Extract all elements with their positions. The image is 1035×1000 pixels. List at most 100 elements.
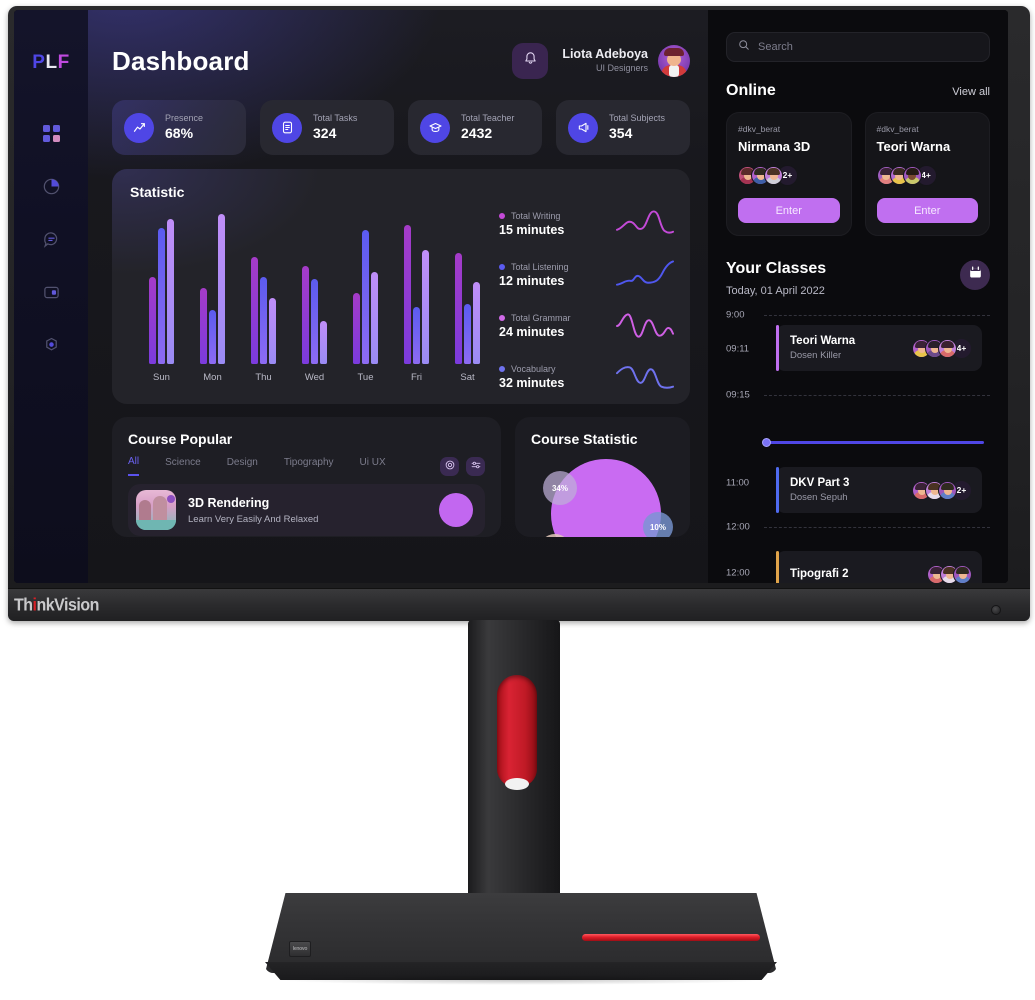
course-filter-button[interactable] (466, 456, 485, 476)
logo-part-1: P (32, 52, 46, 73)
enter-button[interactable]: Enter (738, 198, 840, 223)
stat-text: Presence 68% (165, 112, 203, 142)
tab-design[interactable]: Design (227, 457, 258, 475)
stat-card-presence[interactable]: Presence 68% (112, 100, 246, 155)
power-led[interactable] (991, 605, 1001, 615)
course-item-subtitle: Learn Very Easily And Relaxed (188, 513, 319, 525)
bar-mon-1 (209, 310, 216, 364)
legend-row: Vocabulary (499, 364, 564, 374)
slider-knob[interactable] (762, 438, 771, 447)
bar-wed-0 (302, 266, 309, 364)
online-cards: #dkv_berat Nirmana 3D 2+ Enter #dkv_bera… (726, 112, 990, 236)
notification-button[interactable] (512, 43, 549, 79)
classes-title-block: Your Classes Today, 01 April 2022 (726, 260, 826, 297)
avatar (764, 165, 783, 185)
timeline-divider (764, 315, 990, 316)
stat-card-total-teacher[interactable]: Total Teacher 2432 (408, 100, 542, 155)
bar-tue-1 (362, 230, 369, 364)
legend-value: 12 minutes (499, 274, 565, 288)
stat-card-total-subjects[interactable]: Total Subjects 354 (556, 100, 690, 155)
sparkline-listening (616, 260, 674, 286)
online-card-name: Nirmana 3D (738, 139, 811, 154)
legend-text: Total Writing 15 minutes (499, 211, 564, 237)
statistic-legend: Total Writing 15 minutes Total Listening (499, 200, 674, 400)
sidebar-item-messages[interactable] (38, 226, 64, 252)
legend-dot (499, 366, 505, 372)
legend-row: Total Grammar (499, 313, 571, 323)
calendar-button[interactable] (960, 260, 990, 290)
tab-ui-ux[interactable]: Ui UX (360, 457, 386, 475)
thinkvision-logo: ThinkVision (14, 595, 99, 615)
megaphone-icon (568, 112, 598, 143)
bar-group (404, 225, 429, 364)
sidebar-item-analytics[interactable] (38, 173, 64, 199)
stat-card-total-tasks[interactable]: Total Tasks 324 (260, 100, 394, 155)
avatar[interactable] (658, 45, 690, 77)
online-header: Online View all (726, 82, 990, 100)
course-item-action-circle[interactable] (439, 493, 473, 527)
legend-item-grammar: Total Grammar 24 minutes (499, 306, 674, 346)
online-card-avatars: 4+ (876, 164, 979, 186)
sidebar-item-dashboard[interactable] (38, 120, 64, 146)
logo-accent: i (32, 595, 37, 615)
online-card-avatars: 2+ (738, 164, 840, 186)
event-subtitle: Dosen Sepuh (790, 492, 848, 503)
main-header: Dashboard Liota Adeboya UI Designers (112, 32, 690, 90)
stat-text: Total Teacher 2432 (461, 112, 514, 142)
sidebar-item-cards[interactable] (38, 279, 64, 305)
bubble-chart: 34% 10% 12% (539, 459, 673, 537)
search-bar[interactable] (726, 32, 990, 62)
stat-text: Total Tasks 324 (313, 112, 357, 142)
class-event-tipografi-2[interactable]: Tipografi 2 (776, 551, 982, 583)
tab-all[interactable]: All (128, 456, 140, 476)
online-card-teori[interactable]: #dkv_berat Teori Warna 4+ Enter (864, 112, 990, 236)
header-actions: Liota Adeboya UI Designers (512, 43, 690, 79)
online-card-nirmana[interactable]: #dkv_berat Nirmana 3D 2+ Enter (726, 112, 852, 236)
legend-dot (499, 213, 505, 219)
gear-icon (445, 457, 455, 475)
bar-xlabel: Tue (357, 372, 374, 383)
bar-mon-0 (200, 288, 207, 364)
bottom-section: Course Popular All Science Design Tipogr… (112, 417, 690, 537)
search-icon (738, 38, 750, 56)
course-item-text: 3D Rendering Learn Very Easily And Relax… (188, 496, 318, 525)
tab-tipography[interactable]: Tipography (284, 457, 334, 475)
bar-fri-2 (422, 250, 429, 364)
event-accent-bar (776, 325, 779, 371)
bubble-34: 34% (543, 471, 577, 505)
event-text: Teori Warna Dosen Killer (790, 335, 855, 361)
legend-text: Vocabulary 32 minutes (499, 364, 564, 390)
base-shadow (275, 975, 767, 985)
pie-chart-icon (43, 178, 60, 195)
course-list-item[interactable]: 3D Rendering Learn Very Easily And Relax… (128, 484, 485, 536)
event-accent-bar (776, 467, 779, 513)
online-view-all[interactable]: View all (952, 86, 990, 98)
grid-icon (42, 124, 60, 142)
logo-part-2: L (45, 52, 58, 73)
bar-chart: Sun Mon Thu Wed Tue Fri Sat (130, 200, 499, 400)
sidebar-item-settings[interactable] (38, 332, 64, 358)
stat-cards: Presence 68% Total Tasks 324 Total Teach… (112, 100, 690, 155)
logo-part-3: F (57, 52, 70, 73)
avatar (902, 165, 922, 185)
course-settings-button[interactable] (440, 456, 459, 476)
tab-science[interactable]: Science (165, 457, 201, 475)
class-event-teori-warna[interactable]: Teori Warna Dosen Killer 4+ (776, 325, 982, 371)
user-profile[interactable]: Liota Adeboya UI Designers (562, 45, 690, 77)
course-tabs: All Science Design Tipography Ui UX (128, 456, 485, 476)
timeline-label: 09:15 (726, 389, 750, 401)
avatar (953, 564, 972, 583)
class-event-dkv-part-3[interactable]: DKV Part 3 Dosen Sepuh 2+ (776, 467, 982, 513)
avatar (938, 480, 957, 500)
right-panel: Online View all #dkv_berat Nirmana 3D 2+… (708, 10, 1008, 583)
timeline-slider[interactable] (762, 438, 984, 447)
timeline-label: 12:00 (726, 567, 750, 579)
search-input[interactable] (758, 41, 978, 53)
enter-button[interactable]: Enter (876, 198, 978, 223)
app-logo[interactable]: PLF (32, 52, 69, 74)
bar-sat-2 (473, 282, 480, 364)
legend-name: Total Listening (511, 262, 569, 272)
avatar-hat (664, 48, 684, 56)
classes-date: Today, 01 April 2022 (726, 285, 825, 297)
graduation-cap-icon (420, 112, 450, 143)
